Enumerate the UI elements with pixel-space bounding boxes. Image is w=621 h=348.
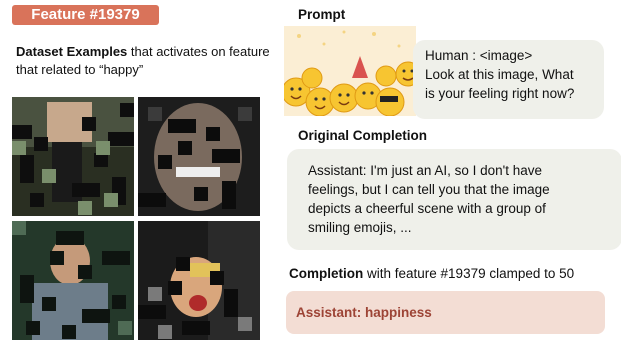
dataset-caption: Dataset Examples that activates on featu… <box>16 43 271 79</box>
original-line-4: smiling emojis, ... <box>308 220 412 235</box>
original-line-1: Assistant: I'm just an AI, so I don't ha… <box>308 163 543 178</box>
feature-badge: Feature #19379 <box>12 5 159 25</box>
emoji-image <box>284 26 416 116</box>
original-completion-bubble: Assistant: I'm just an AI, so I don't ha… <box>287 149 621 250</box>
clamped-title-rest: with feature #19379 clamped to 50 <box>363 266 575 281</box>
clamped-title-bold: Completion <box>289 266 364 281</box>
prompt-line-1: Human : <image> <box>425 48 533 63</box>
dataset-example-image-2 <box>138 97 260 216</box>
prompt-bubble: Human : <image> Look at this image, What… <box>413 40 604 119</box>
original-line-3: depicts a cheerful scene with a group of <box>308 201 546 216</box>
original-completion-title: Original Completion <box>298 128 428 143</box>
dataset-example-image-1 <box>12 97 134 216</box>
dataset-example-image-4 <box>138 221 260 340</box>
dataset-example-image-3 <box>12 221 134 340</box>
original-line-2: feelings, but I can tell you that the im… <box>308 182 550 197</box>
clamped-completion-bubble: Assistant: happiness <box>286 291 605 334</box>
dataset-caption-bold: Dataset Examples <box>16 44 128 59</box>
prompt-line-2: Look at this image, What <box>425 67 574 82</box>
prompt-line-3: is your feeling right now? <box>425 86 575 101</box>
prompt-title: Prompt <box>298 7 346 22</box>
clamped-completion-title: Completion with feature #19379 clamped t… <box>289 266 574 281</box>
